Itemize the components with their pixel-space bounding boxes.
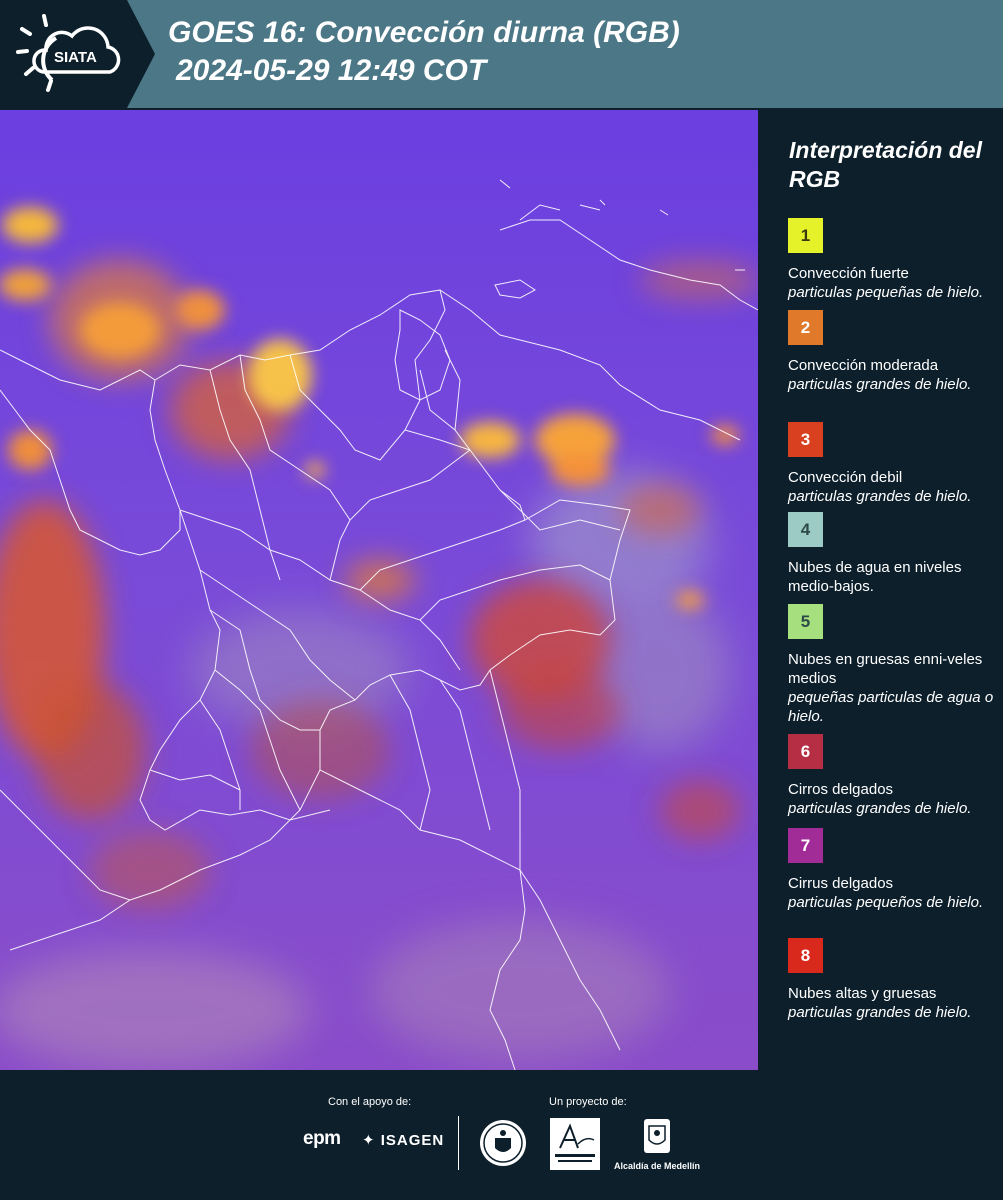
legend-swatch: 7 xyxy=(788,828,823,863)
legend-item-subtitle: particulas pequeñas de hielo. xyxy=(788,284,984,301)
support-label: Con el apoyo de: xyxy=(328,1096,412,1108)
area-metropolitana-logo xyxy=(550,1118,600,1175)
legend-item-subtitle: particulas pequeños de hielo. xyxy=(788,894,984,911)
legend-panel: Interpretación del RGB 1 Convección fuer… xyxy=(760,110,1003,1070)
legend-item-2: 2 Convección moderada particulas grandes… xyxy=(788,310,1000,394)
isagen-logo: ✦ ISAGEN xyxy=(362,1131,444,1149)
legend-item-title: Nubes de agua en niveles medio-bajos. xyxy=(788,559,962,595)
siata-logo: SIATA xyxy=(0,0,155,108)
legend-item-7: 7 Cirrus delgados particulas pequeños de… xyxy=(788,828,1000,912)
legend-item-8: 8 Nubes altas y gruesas particulas grand… xyxy=(788,938,1000,1022)
isagen-mark-icon: ✦ xyxy=(362,1132,381,1149)
header-bar: SIATA GOES 16: Convección diurna (RGB) 2… xyxy=(0,0,1003,108)
legend-swatch: 4 xyxy=(788,512,823,547)
satellite-map xyxy=(0,110,758,1070)
page-title: GOES 16: Convección diurna (RGB) 2024-05… xyxy=(168,14,680,90)
legend-item-subtitle: particulas grandes de hielo. xyxy=(788,376,972,393)
legend-item-subtitle: pequeñas particulas de agua o hielo. xyxy=(788,689,994,725)
legend-item-6: 6 Cirros delgados particulas grandes de … xyxy=(788,734,1000,818)
epm-logo: epm xyxy=(303,1128,341,1149)
legend-item-subtitle: particulas grandes de hielo. xyxy=(788,1004,972,1021)
legend-swatch: 8 xyxy=(788,938,823,973)
legend-swatch: 1 xyxy=(788,218,823,253)
title-line-1: GOES 16: Convección diurna (RGB) xyxy=(168,16,680,49)
legend-item-title: Cirros delgados xyxy=(788,781,894,798)
svg-text:SIATA: SIATA xyxy=(54,49,97,66)
legend-item-title: Nubes altas y gruesas xyxy=(788,985,937,1002)
legend-item-5: 5 Nubes en gruesas enni-veles medios peq… xyxy=(788,604,1000,726)
legend-item-subtitle: particulas grandes de hielo. xyxy=(788,800,972,817)
legend-item-title: Nubes en gruesas enni-veles medios xyxy=(788,651,983,687)
legend-item-title: Convección fuerte xyxy=(788,265,909,282)
legend-title: Interpretación del RGB xyxy=(789,137,982,192)
alcaldia-medellin-logo: Alcaldía de Medellín xyxy=(612,1118,702,1171)
project-label: Un proyecto de: xyxy=(549,1096,627,1108)
legend-swatch: 5 xyxy=(788,604,823,639)
legend-item-1: 1 Convección fuerte particulas pequeñas … xyxy=(788,218,1000,302)
title-line-2: 2024-05-29 12:49 COT xyxy=(176,54,487,87)
legend-item-title: Cirrus delgados xyxy=(788,875,894,892)
footer-divider xyxy=(458,1116,459,1170)
medellin-seal-logo xyxy=(478,1118,528,1173)
legend-swatch: 3 xyxy=(788,422,823,457)
legend-swatch: 2 xyxy=(788,310,823,345)
legend-item-title: Convección debil xyxy=(788,469,903,486)
legend-item-subtitle: particulas grandes de hielo. xyxy=(788,488,972,505)
legend-item-4: 4 Nubes de agua en niveles medio-bajos. xyxy=(788,512,1000,596)
legend-swatch: 6 xyxy=(788,734,823,769)
alcaldia-medellin-label: Alcaldía de Medellín xyxy=(613,1161,701,1171)
legend-item-3: 3 Convección debil particulas grandes de… xyxy=(788,422,1000,506)
isagen-logo-label: ISAGEN xyxy=(380,1132,445,1149)
footer-bar: Con el apoyo de: Un proyecto de: epm ✦ I… xyxy=(0,1070,1003,1200)
legend-item-title: Convección moderada xyxy=(788,357,939,374)
